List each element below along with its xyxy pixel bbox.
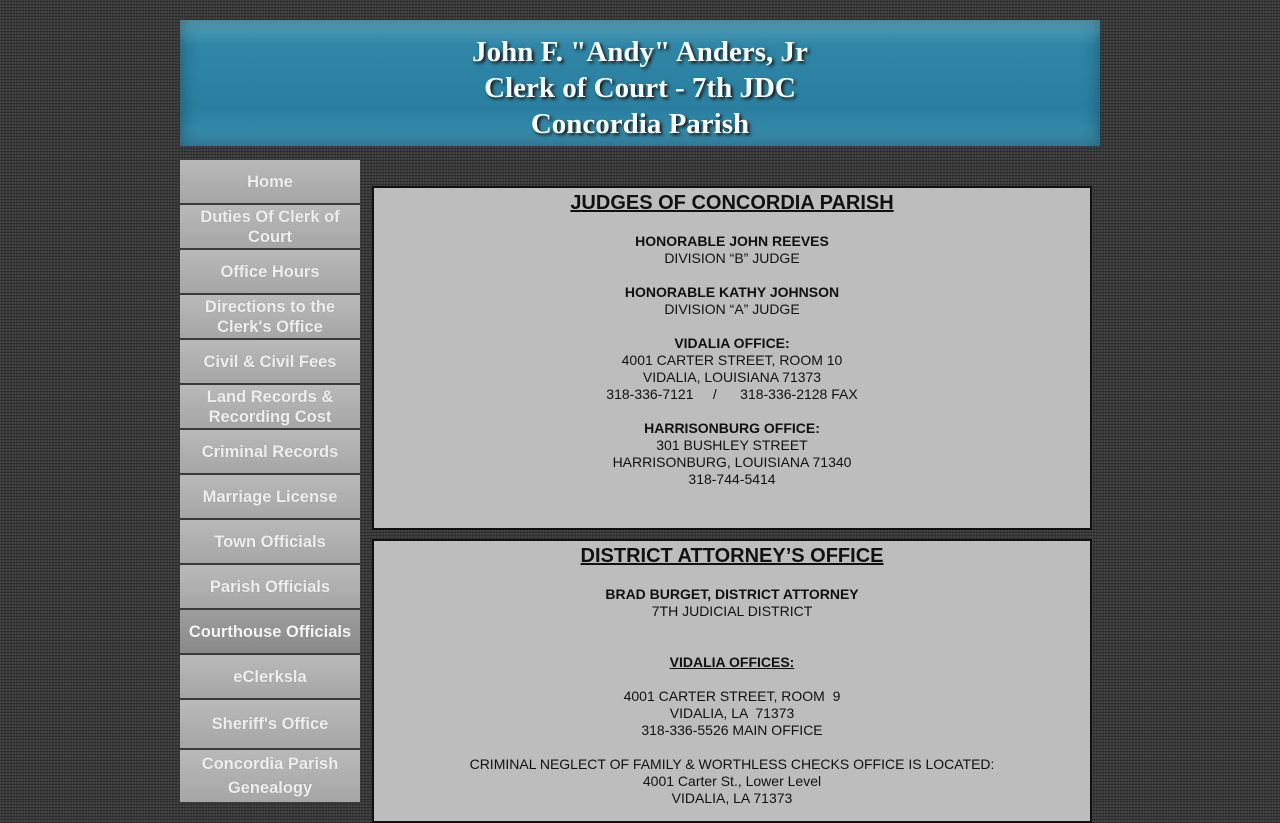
nav-item-criminal-records[interactable]: Criminal Records <box>180 430 360 475</box>
da-neglect-note: CRIMINAL NEGLECT OF FAMILY & WORTHLESS C… <box>469 756 995 772</box>
vidalia-office-street: 4001 CARTER STREET, ROOM 10 <box>621 352 843 368</box>
da-district: 7TH JUDICIAL DISTRICT <box>651 603 813 619</box>
da-offices-heading: VIDALIA OFFICES: <box>669 654 795 670</box>
vidalia-office-phone: 318-336-7121 / 318-336-2128 FAX <box>606 386 858 402</box>
da-office-street: 4001 CARTER STREET, ROOM 9 <box>623 688 841 704</box>
nav-item-parish-officials[interactable]: Parish Officials <box>180 565 360 610</box>
vidalia-office-heading: VIDALIA OFFICE: <box>674 335 790 351</box>
nav-item-land-records[interactable]: Land Records & Recording Cost <box>180 385 360 430</box>
judge-2-name: HONORABLE KATHY JOHNSON <box>624 284 840 300</box>
harrisonburg-office-street: 301 BUSHLEY STREET <box>656 437 808 453</box>
district-attorney-panel: DISTRICT ATTORNEY’S OFFICE BRAD BURGET, … <box>372 539 1092 823</box>
da-name: BRAD BURGET, DISTRICT ATTORNEY <box>605 586 859 602</box>
da-neglect-street: 4001 Carter St., Lower Level <box>642 773 822 789</box>
header-title-office: Clerk of Court - 7th JDC <box>484 72 796 104</box>
da-office-phone: 318-336-5526 MAIN OFFICE <box>641 722 823 738</box>
judge-1-name: HONORABLE JOHN REEVES <box>635 233 829 249</box>
nav-item-civil-fees[interactable]: Civil & Civil Fees <box>180 340 360 385</box>
nav-item-sheriffs-office[interactable]: Sheriff's Office <box>180 700 360 750</box>
judges-panel: JUDGES OF CONCORDIA PARISH HONORABLE JOH… <box>372 186 1092 530</box>
da-neglect-city: VIDALIA, LA 71373 <box>671 790 793 806</box>
nav-item-duties[interactable]: Duties Of Clerk of Court <box>180 205 360 250</box>
harrisonburg-office-phone: 318-744-5414 <box>688 471 776 487</box>
site-header-banner: John F. "Andy" Anders, Jr Clerk of Court… <box>180 20 1100 146</box>
judge-2-division: DIVISION “A” JUDGE <box>664 301 800 317</box>
nav-item-office-hours[interactable]: Office Hours <box>180 250 360 295</box>
nav-item-directions[interactable]: Directions to the Clerk's Office <box>180 295 360 340</box>
judges-title: JUDGES OF CONCORDIA PARISH <box>570 192 894 214</box>
nav-item-marriage-license[interactable]: Marriage License <box>180 475 360 520</box>
header-title-name: John F. "Andy" Anders, Jr <box>472 36 808 68</box>
sidebar-nav: Home Duties Of Clerk of Court Office Hou… <box>180 160 360 804</box>
nav-item-town-officials[interactable]: Town Officials <box>180 520 360 565</box>
vidalia-office-city: VIDALIA, LOUISIANA 71373 <box>642 369 822 385</box>
nav-item-home[interactable]: Home <box>180 160 360 205</box>
nav-item-genealogy[interactable]: Concordia Parish Genealogy <box>180 750 360 804</box>
da-title: DISTRICT ATTORNEY’S OFFICE <box>580 545 884 567</box>
nav-item-courthouse-officials[interactable]: Courthouse Officials <box>180 610 360 655</box>
da-office-city: VIDALIA, LA 71373 <box>669 705 795 721</box>
harrisonburg-office-heading: HARRISONBURG OFFICE: <box>644 420 820 436</box>
harrisonburg-office-city: HARRISONBURG, LOUISIANA 71340 <box>612 454 852 470</box>
nav-item-eclerksla[interactable]: eClerksla <box>180 655 360 700</box>
judge-1-division: DIVISION “B” JUDGE <box>664 250 800 266</box>
header-title-parish: Concordia Parish <box>530 108 750 140</box>
